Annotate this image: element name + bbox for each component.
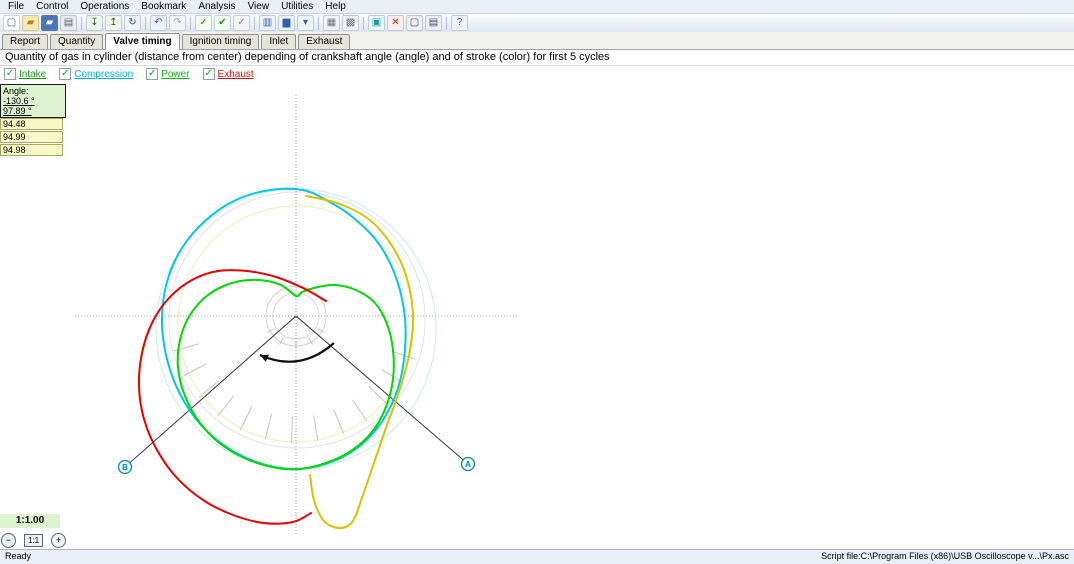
tab-exhaust[interactable]: Exhaust: [298, 34, 350, 49]
angle-tick: [334, 410, 344, 434]
legend-item-exhaust[interactable]: ✓ Exhaust: [203, 68, 254, 80]
angle-tick: [352, 400, 367, 422]
menu-item-file[interactable]: File: [2, 0, 30, 13]
curve-compression: [162, 189, 406, 469]
accept-icon[interactable]: ✓: [195, 15, 212, 31]
guide-circle: [169, 192, 425, 448]
close-icon[interactable]: ✕: [387, 15, 404, 31]
intake-label[interactable]: Intake: [19, 69, 46, 80]
tab-ignition-timing[interactable]: Ignition timing: [182, 34, 260, 49]
save-icon[interactable]: ▰: [41, 15, 58, 31]
exhaust-label[interactable]: Exhaust: [218, 69, 254, 80]
menu-item-analysis[interactable]: Analysis: [192, 0, 241, 13]
menu-item-bookmark[interactable]: Bookmark: [135, 0, 192, 13]
compression-checkbox[interactable]: ✓: [59, 68, 71, 80]
legend-item-compression[interactable]: ✓ Compression: [59, 68, 133, 80]
verify-icon[interactable]: ✓: [233, 15, 250, 31]
power-label[interactable]: Power: [161, 69, 189, 80]
angle-tick: [314, 415, 319, 441]
zoom-in-button[interactable]: +: [51, 533, 66, 548]
status-bar: Ready Script file:C:\Program Files (x86)…: [0, 549, 1074, 564]
power-checkbox[interactable]: ✓: [146, 68, 158, 80]
tab-inlet[interactable]: Inlet: [261, 34, 296, 49]
angle-tick: [218, 396, 234, 416]
compression-label[interactable]: Compression: [74, 69, 133, 80]
angle-tick: [240, 407, 251, 430]
toolbar-separator: [254, 17, 255, 30]
marker-b-label: B: [122, 463, 128, 472]
table-icon[interactable]: ▦: [323, 15, 340, 31]
toolbar-separator: [318, 17, 319, 30]
tab-bar: Report Quantity Valve timing Ignition ti…: [0, 32, 1074, 50]
marker-line-b: [125, 316, 296, 467]
toolbar-separator: [81, 17, 82, 30]
tab-report[interactable]: Report: [2, 34, 48, 49]
status-text: Ready: [5, 550, 31, 564]
zoom-reset-button[interactable]: 1:1: [24, 534, 43, 547]
zoom-scale-readout: 1:1.00: [0, 514, 60, 528]
panels-icon[interactable]: ▥: [259, 15, 276, 31]
menu-item-view[interactable]: View: [242, 0, 276, 13]
angle-value-1[interactable]: -130.6 °: [3, 96, 63, 106]
value-readout-2: 94.99: [0, 131, 63, 143]
zoom-out-button[interactable]: −: [1, 533, 16, 548]
print-icon[interactable]: ▤: [60, 15, 77, 31]
marker-icon[interactable]: ▾: [297, 15, 314, 31]
menu-item-help[interactable]: Help: [319, 0, 352, 13]
accept-all-icon[interactable]: ✔: [214, 15, 231, 31]
monitor-icon[interactable]: ▢: [406, 15, 423, 31]
angle-tick: [292, 417, 293, 443]
toolbar: ▢▰▰▤↧↥↻↶↷✓✔✓▥▆▾▦▩▣✕▢▤?: [0, 14, 1074, 33]
curve-exhaust: [306, 196, 413, 528]
notes-icon[interactable]: ▤: [425, 15, 442, 31]
script-file-path: Script file:C:\Program Files (x86)\USB O…: [821, 550, 1069, 564]
tab-valve-timing[interactable]: Valve timing: [105, 33, 179, 50]
curve-power: [178, 280, 394, 469]
undo-icon[interactable]: ↶: [150, 15, 167, 31]
angle-tick: [199, 381, 219, 398]
angle-readout: Angle: -130.6 ° 97.89 °: [0, 84, 66, 118]
reload-icon[interactable]: ↻: [124, 15, 141, 31]
export-icon[interactable]: ↥: [105, 15, 122, 31]
import-icon[interactable]: ↧: [86, 15, 103, 31]
menu-item-control[interactable]: Control: [30, 0, 74, 13]
angle-readout-label: Angle:: [3, 86, 63, 96]
toolbar-separator: [190, 17, 191, 30]
chart-canvas[interactable]: AB: [0, 0, 1074, 563]
toolbar-separator: [363, 17, 364, 30]
menu-bar: File Control Operations Bookmark Analysi…: [0, 0, 1074, 14]
intake-checkbox[interactable]: ✓: [4, 68, 16, 80]
tab-quantity[interactable]: Quantity: [50, 34, 103, 49]
grid-icon[interactable]: ▩: [342, 15, 359, 31]
zoom-controls: − 1:1 +: [1, 532, 66, 548]
toolbar-separator: [446, 17, 447, 30]
marker-a-label: A: [465, 460, 471, 469]
redo-icon[interactable]: ↷: [169, 15, 186, 31]
angle-tick: [369, 386, 388, 404]
help-icon[interactable]: ?: [451, 15, 468, 31]
chart-icon[interactable]: ▆: [278, 15, 295, 31]
value-readout-3: 94.98: [0, 144, 63, 156]
menu-item-operations[interactable]: Operations: [74, 0, 135, 13]
chart-description: Quantity of gas in cylinder (distance fr…: [0, 50, 1074, 66]
exhaust-checkbox[interactable]: ✓: [203, 68, 215, 80]
value-readout-1: 94.48: [0, 118, 63, 130]
screen-icon[interactable]: ▣: [368, 15, 385, 31]
open-folder-icon[interactable]: ▰: [22, 15, 39, 31]
legend-item-power[interactable]: ✓ Power: [146, 68, 189, 80]
legend-item-intake[interactable]: ✓ Intake: [4, 68, 46, 80]
menu-item-utilities[interactable]: Utilities: [275, 0, 319, 13]
new-file-icon[interactable]: ▢: [3, 15, 20, 31]
toolbar-separator: [145, 17, 146, 30]
angle-tick: [265, 414, 271, 439]
angle-value-2[interactable]: 97.89 °: [3, 106, 63, 116]
legend-bar: ✓ Intake ✓ Compression ✓ Power ✓ Exhaust: [0, 67, 1074, 81]
